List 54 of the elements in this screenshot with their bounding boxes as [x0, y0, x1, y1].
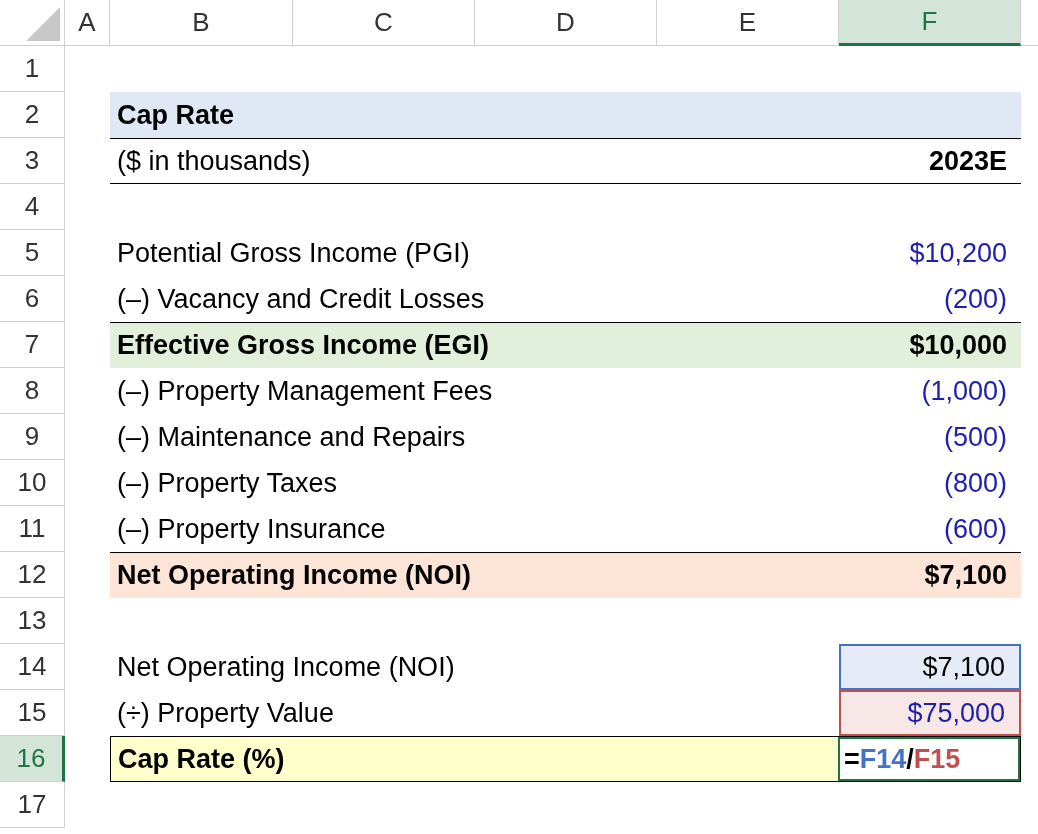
row-header[interactable]: 6	[0, 276, 65, 322]
row-label: Net Operating Income (NOI)	[116, 650, 456, 684]
row-header[interactable]: 2	[0, 92, 65, 138]
column-header[interactable]: D	[475, 0, 657, 46]
row-header[interactable]: 12	[0, 552, 65, 598]
row-label: (–) Vacancy and Credit Losses	[116, 282, 486, 316]
formula-cell[interactable]: =F14/F15	[838, 737, 1020, 781]
row-header[interactable]: 4	[0, 184, 65, 230]
table-cell-text: 2023E	[927, 144, 1008, 178]
row-header[interactable]: 5	[0, 230, 65, 276]
column-header[interactable]: B	[110, 0, 293, 46]
row-header[interactable]: 13	[0, 598, 65, 644]
row-label: (–) Property Management Fees	[116, 374, 494, 408]
formula-part: F14	[859, 742, 907, 776]
row-label: (–) Maintenance and Repairs	[116, 420, 467, 454]
row-header[interactable]: 14	[0, 644, 65, 690]
select-all-corner[interactable]	[0, 0, 65, 46]
column-header[interactable]: F	[839, 0, 1021, 46]
referenced-cell: $75,000	[839, 690, 1021, 736]
row-label: (÷) Property Value	[116, 696, 335, 730]
row-label: ($ in thousands)	[116, 144, 312, 178]
row-header[interactable]: 17	[0, 782, 65, 828]
row-header[interactable]: 11	[0, 506, 65, 552]
row-header[interactable]: 16	[0, 736, 65, 782]
table-cell-text: (800)	[942, 466, 1008, 500]
row-header[interactable]: 9	[0, 414, 65, 460]
formula-part: F15	[913, 742, 961, 776]
formula-part: =	[844, 742, 860, 776]
row-header[interactable]: 7	[0, 322, 65, 368]
table-cell-text: $10,000	[908, 329, 1008, 363]
table-cell-text: (600)	[942, 512, 1008, 546]
row-label: Potential Gross Income (PGI)	[116, 236, 471, 270]
row-header[interactable]: 8	[0, 368, 65, 414]
table-cell-text: $7,100	[923, 559, 1008, 593]
row-label: Cap Rate (%)	[117, 742, 286, 776]
table-cell-text: (500)	[942, 420, 1008, 454]
row-label: Net Operating Income (NOI)	[116, 559, 473, 593]
row-label: Cap Rate	[116, 98, 236, 132]
table-cell-text: (1,000)	[920, 374, 1008, 408]
row-header[interactable]: 10	[0, 460, 65, 506]
table-cell-text: (200)	[942, 282, 1008, 316]
row-label: Effective Gross Income (EGI)	[116, 329, 491, 363]
column-header[interactable]: E	[657, 0, 839, 46]
row-header[interactable]: 3	[0, 138, 65, 184]
row-header[interactable]: 1	[0, 46, 65, 92]
referenced-cell: $7,100	[839, 644, 1021, 690]
column-header[interactable]: A	[65, 0, 110, 46]
column-header[interactable]: C	[293, 0, 475, 46]
row-label: (–) Property Taxes	[116, 466, 339, 500]
formula-part: /	[906, 742, 914, 776]
table-cell-text: $10,200	[908, 236, 1008, 270]
row-label: (–) Property Insurance	[116, 512, 387, 546]
row-header[interactable]: 15	[0, 690, 65, 736]
triangle-icon	[26, 7, 60, 41]
